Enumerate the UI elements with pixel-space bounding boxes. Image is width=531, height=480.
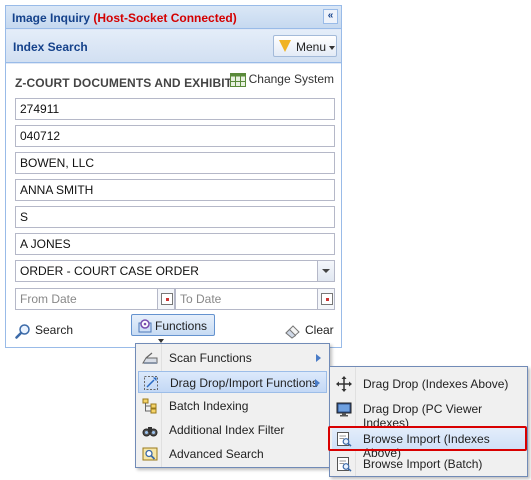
- index-field-5[interactable]: S: [15, 206, 335, 228]
- menu-item-label: Scan Functions: [169, 351, 252, 365]
- submenu-item-label: Drag Drop (Indexes Above): [363, 377, 509, 391]
- menu-item-drag-drop-import[interactable]: Drag Drop/Import Functions: [138, 371, 327, 393]
- menu-item-label: Drag Drop/Import Functions: [170, 376, 319, 390]
- menu-item-scan-functions[interactable]: Scan Functions: [138, 347, 327, 369]
- index-search-header: Index Search Menu: [6, 30, 341, 63]
- menu-button[interactable]: Menu: [273, 35, 337, 57]
- double-chevron-left-icon: «: [327, 10, 334, 21]
- document-type-value: ORDER - COURT CASE ORDER: [20, 264, 199, 278]
- menu-item-additional-index-filter[interactable]: Additional Index Filter: [138, 419, 327, 441]
- panel-titlebar: Image Inquiry (Host-Socket Connected) «: [6, 6, 341, 29]
- index-field-1[interactable]: 274911: [15, 98, 335, 120]
- highlight-box: [328, 426, 527, 451]
- menu-item-label: Batch Indexing: [169, 399, 249, 413]
- search-icon: [15, 324, 30, 339]
- move-arrows-icon: [336, 376, 352, 392]
- functions-menu: Scan Functions Drag Drop/Import Function…: [135, 343, 330, 468]
- binoculars-icon: [142, 427, 158, 437]
- index-field-2[interactable]: 040712: [15, 125, 335, 147]
- to-date-placeholder: To Date: [180, 292, 222, 306]
- drag-drop-import-submenu: Drag Drop (Indexes Above) Drag Drop (PC …: [329, 366, 528, 477]
- document-type-select[interactable]: ORDER - COURT CASE ORDER: [15, 260, 335, 282]
- change-system-button[interactable]: Change System: [229, 72, 334, 90]
- drag-drop-icon: [144, 376, 158, 390]
- menu-item-label: Advanced Search: [169, 447, 264, 461]
- clear-button[interactable]: Clear: [285, 323, 334, 345]
- clear-button-label: Clear: [305, 323, 334, 338]
- submenu-item-browse-import-batch[interactable]: Browse Import (Batch): [332, 453, 525, 475]
- monitor-icon: [336, 402, 352, 417]
- browse-import-batch-icon: [337, 457, 352, 472]
- menu-item-advanced-search[interactable]: Advanced Search: [138, 443, 327, 465]
- dropdown-arrow-icon[interactable]: [317, 261, 334, 281]
- search-form: Z-COURT DOCUMENTS AND EXHIBITS Change Sy…: [6, 64, 341, 347]
- image-inquiry-panel: Image Inquiry (Host-Socket Connected) « …: [5, 5, 342, 348]
- grid-table-icon: [229, 72, 246, 87]
- panel-title: Image Inquiry (Host-Socket Connected): [12, 11, 237, 25]
- to-date-input[interactable]: To Date: [175, 288, 335, 310]
- search-button-label: Search: [35, 323, 74, 338]
- index-field-3[interactable]: BOWEN, LLC: [15, 152, 335, 174]
- eraser-icon: [285, 325, 300, 339]
- menu-item-batch-indexing[interactable]: Batch Indexing: [138, 395, 327, 417]
- advanced-search-icon: [142, 447, 158, 461]
- calendar-icon[interactable]: [317, 289, 334, 309]
- batch-tree-icon: [142, 398, 157, 414]
- submenu-item-drag-drop-indexes-above[interactable]: Drag Drop (Indexes Above): [332, 373, 525, 395]
- panel-title-text: Image Inquiry: [12, 11, 94, 25]
- change-system-label: Change System: [248, 72, 334, 86]
- calendar-icon[interactable]: [157, 289, 174, 309]
- from-date-placeholder: From Date: [20, 292, 77, 306]
- index-search-title: Index Search: [13, 40, 88, 54]
- search-button[interactable]: Search: [15, 323, 73, 345]
- functions-button[interactable]: Functions: [131, 314, 215, 343]
- submenu-arrow-icon: [315, 379, 320, 387]
- from-date-input[interactable]: From Date: [15, 288, 175, 310]
- index-field-6[interactable]: A JONES: [15, 233, 335, 255]
- index-field-4[interactable]: ANNA SMITH: [15, 179, 335, 201]
- menu-button-label: Menu: [296, 40, 327, 54]
- functions-gear-icon: [138, 319, 152, 333]
- caret-down-icon: [329, 45, 336, 50]
- system-name: Z-COURT DOCUMENTS AND EXHIBITS: [15, 76, 241, 90]
- submenu-arrow-icon: [316, 354, 321, 362]
- funnel-icon: [279, 40, 291, 52]
- submenu-item-label: Browse Import (Batch): [363, 457, 483, 471]
- functions-button-label: Functions: [155, 319, 208, 333]
- submenu-item-drag-drop-pc-viewer[interactable]: Drag Drop (PC Viewer Indexes): [332, 398, 525, 430]
- menu-item-label: Additional Index Filter: [169, 423, 285, 437]
- scanner-icon: [142, 352, 158, 364]
- collapse-panel-button[interactable]: «: [323, 9, 338, 24]
- connection-status: (Host-Socket Connected): [93, 11, 237, 25]
